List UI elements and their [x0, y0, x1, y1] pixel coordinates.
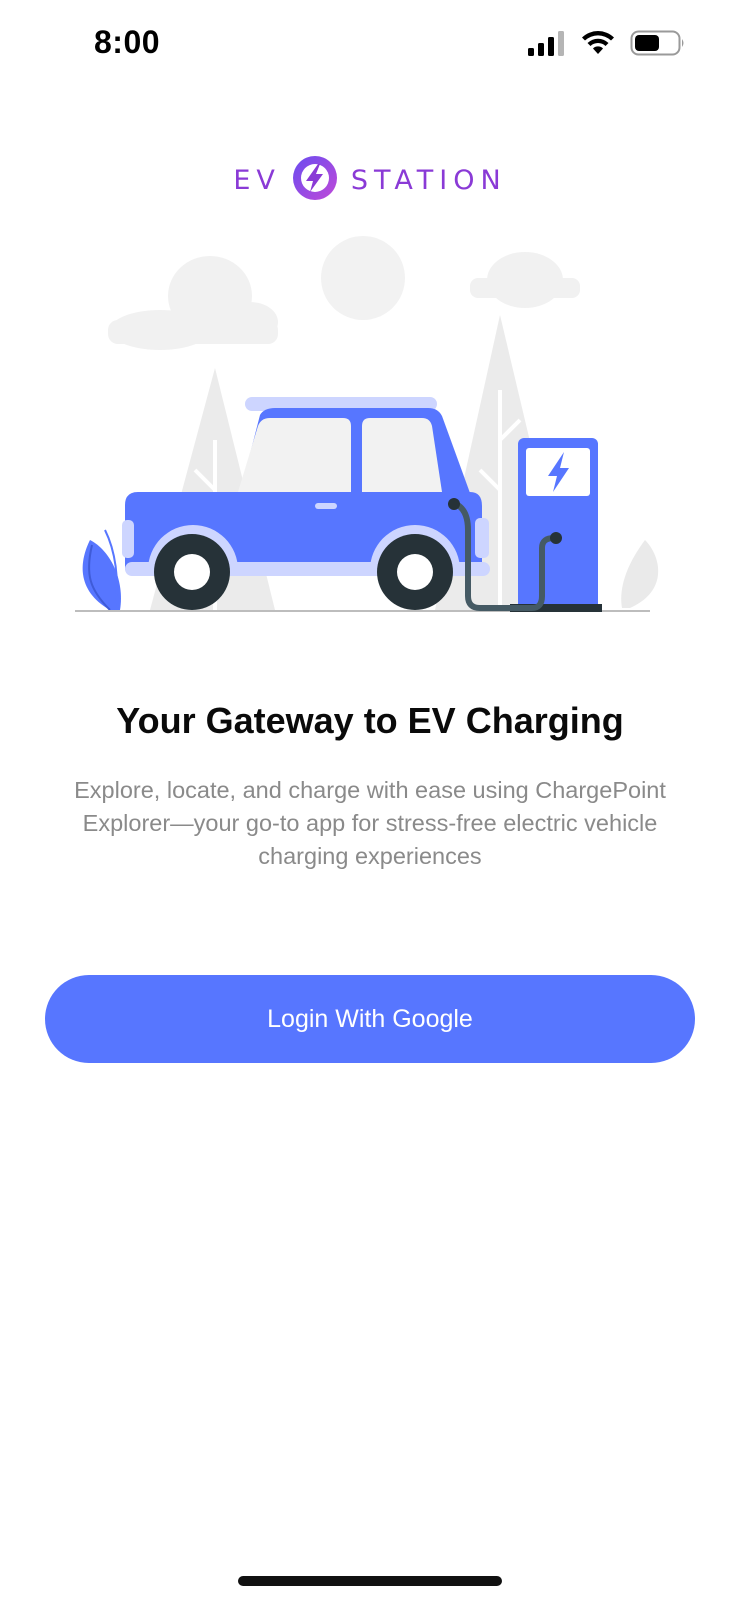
onboarding-screen: 8:00 EV STATION Your Gateway to EV Charg…	[0, 0, 740, 1600]
lightning-bolt-icon	[291, 154, 339, 207]
status-icons	[526, 30, 686, 61]
ev-car-charging-illustration	[70, 230, 670, 630]
onboarding-description: Explore, locate, and charge with ease us…	[74, 777, 666, 869]
status-bar: 8:00	[0, 0, 740, 90]
login-button-label: Login With Google	[267, 1004, 473, 1033]
app-logo: EV STATION	[0, 154, 740, 207]
login-with-google-button[interactable]: Login With Google	[45, 975, 695, 1063]
car-window-front	[238, 418, 351, 492]
home-indicator[interactable]	[238, 1576, 502, 1586]
status-time: 8:00	[94, 24, 161, 60]
cloud-left	[108, 256, 278, 350]
cloud-right	[470, 252, 580, 308]
onboarding-title: Your Gateway to EV Charging	[116, 700, 624, 741]
wifi-icon	[580, 30, 616, 61]
sun-shape	[321, 236, 405, 320]
battery-icon	[630, 30, 686, 61]
car-window-rear	[362, 418, 442, 492]
door-handle	[315, 503, 337, 509]
plant-right	[621, 540, 659, 608]
cellular-signal-icon	[526, 30, 566, 61]
plant-left	[82, 529, 121, 611]
logo-text-ev: EV	[233, 165, 281, 196]
logo-text-station: STATION	[350, 165, 507, 196]
